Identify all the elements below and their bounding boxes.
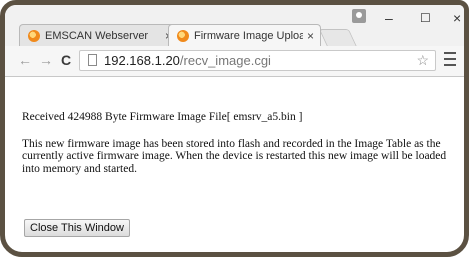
address-bar[interactable]: 192.168.1.20/recv_image.cgi ☆ [79,50,436,71]
received-message: Received 424988 Byte Firmware Image File… [22,111,303,123]
emscan-favicon-icon [177,29,189,42]
reload-icon[interactable]: C [61,52,71,68]
page-content: Received 424988 Byte Firmware Image File… [22,111,452,175]
url-host: 192.168.1.20 [104,53,180,68]
forward-arrow-icon[interactable]: → [39,52,53,68]
tab-close-icon[interactable]: × [307,29,314,43]
page-icon [88,54,97,66]
user-profile-icon[interactable] [352,9,366,23]
tab-title: EMSCAN Webserver [45,29,149,42]
tab-title: Firmware Image Upload R [194,29,303,42]
browser-toolbar: ← → C 192.168.1.20/recv_image.cgi ☆ [5,46,464,77]
firmware-description: This new firmware image has been stored … [22,137,447,175]
url-text[interactable]: 192.168.1.20/recv_image.cgi [104,53,271,68]
back-arrow-icon[interactable]: ← [18,52,32,68]
window-close-button[interactable]: × [453,11,461,25]
tab-strip: EMSCAN Webserver × Firmware Image Upload… [5,5,464,47]
new-tab-button[interactable] [318,29,358,47]
maximize-button[interactable]: ☐ [420,11,431,25]
close-window-button[interactable]: Close This Window [24,219,130,237]
url-path: /recv_image.cgi [179,53,271,68]
minimize-button[interactable]: – [385,11,393,25]
emscan-favicon-icon [28,29,40,42]
tab-firmware-image-upload[interactable]: Firmware Image Upload R × [168,24,321,46]
menu-icon[interactable] [444,52,456,66]
tab-emscan-webserver[interactable]: EMSCAN Webserver × [19,24,179,46]
bookmark-star-icon[interactable]: ☆ [416,52,429,69]
browser-window: EMSCAN Webserver × Firmware Image Upload… [0,0,469,257]
